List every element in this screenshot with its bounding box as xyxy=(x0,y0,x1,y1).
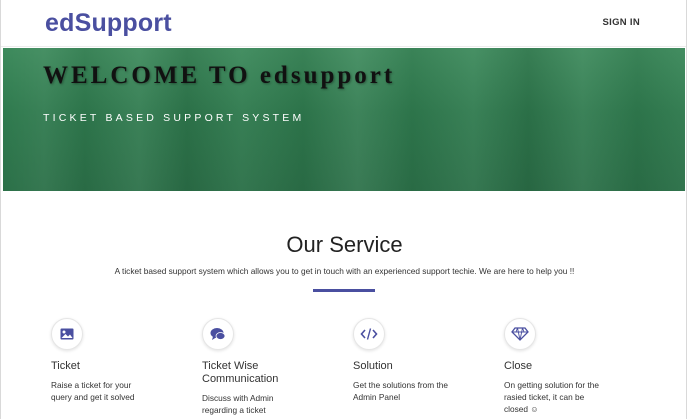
feature-solution: Solution Get the solutions from the Admi… xyxy=(353,318,493,403)
feature-communication: Ticket Wise Communication Discuss with A… xyxy=(202,318,342,416)
service-title: Our Service xyxy=(286,232,403,257)
feature-name: Ticket Wise Communication xyxy=(202,360,279,385)
feature-description: On getting solution for the rasied ticke… xyxy=(504,380,600,414)
feature-ticket: Ticket Raise a ticket for your query and… xyxy=(51,318,191,403)
feature-name: Solution xyxy=(353,360,393,372)
service-divider xyxy=(313,289,375,292)
feature-description: Discuss with Admin regarding a ticket xyxy=(202,393,274,415)
diamond-icon xyxy=(504,318,536,350)
sign-in-link[interactable]: SIGN IN xyxy=(603,17,640,28)
feature-close: Close On getting solution for the rasied… xyxy=(504,318,644,415)
code-icon xyxy=(353,318,385,350)
navbar: edSupport SIGN IN xyxy=(1,0,686,47)
feature-name: Close xyxy=(504,360,533,372)
chat-bubbles-icon xyxy=(202,318,234,350)
hero-banner: WELCOME TO edsupport TICKET BASED SUPPOR… xyxy=(3,48,685,191)
feature-name: Ticket xyxy=(51,360,80,372)
feature-description: Raise a ticket for your query and get it… xyxy=(51,380,135,402)
image-icon xyxy=(51,318,83,350)
hero-title: WELCOME TO edsupport xyxy=(43,62,396,89)
service-description: A ticket based support system which allo… xyxy=(114,266,575,276)
feature-description: Get the solutions from the Admin Panel xyxy=(353,380,449,402)
page: edSupport SIGN IN WELCOME TO edsupport T… xyxy=(0,0,687,419)
brand-logo[interactable]: edSupport xyxy=(45,9,172,38)
hero-subtitle: TICKET BASED SUPPORT SYSTEM xyxy=(43,112,305,124)
